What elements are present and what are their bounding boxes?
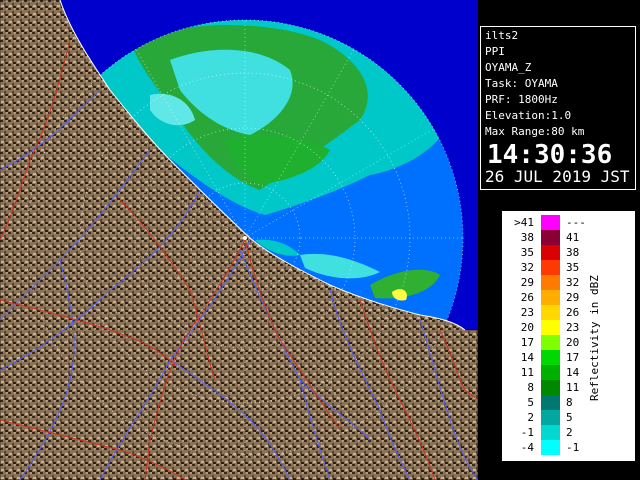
legend-lower-bound: 17	[520, 336, 534, 349]
legend-lower-bound: 26	[520, 291, 534, 304]
legend-upper-bound: -1	[566, 441, 580, 454]
legend-color-swatch	[541, 245, 560, 260]
legend-color-swatch	[541, 320, 560, 335]
radar-ppi-view	[0, 0, 478, 480]
task-name: Task: OYAMA	[485, 77, 558, 90]
legend-row: 32 35	[502, 260, 635, 275]
legend-lower-bound: 20	[520, 321, 534, 334]
legend-color-swatch	[541, 395, 560, 410]
legend-row: 25	[502, 410, 635, 425]
legend-row: 11 14	[502, 365, 635, 380]
legend-row: 8 11	[502, 380, 635, 395]
legend-title: Reflectivity in dBZ	[588, 275, 601, 401]
legend-row: 20 23	[502, 320, 635, 335]
legend-row: 38 41	[502, 230, 635, 245]
legend-color-swatch	[541, 440, 560, 455]
legend-lower-bound: 29	[520, 276, 534, 289]
legend-lower-bound: 35	[520, 246, 534, 259]
prf-value: PRF: 1800Hz	[485, 93, 558, 106]
legend-row: 26 29	[502, 290, 635, 305]
legend-upper-bound: 2	[566, 426, 573, 439]
legend-lower-bound: 8	[527, 381, 534, 394]
legend-color-swatch	[541, 350, 560, 365]
legend-row: 58	[502, 395, 635, 410]
field-name: OYAMA_Z	[485, 61, 532, 74]
legend-upper-bound: 38	[566, 246, 580, 259]
elevation-value: Elevation:1.0	[485, 109, 572, 122]
scan-date: 26 JUL 2019 JST	[485, 167, 630, 186]
legend-color-swatch	[541, 260, 560, 275]
product-type: PPI	[485, 45, 505, 58]
legend-row: 35 38	[502, 245, 635, 260]
legend-row: -1 2	[502, 425, 635, 440]
legend-color-swatch	[541, 335, 560, 350]
legend-lower-bound: 38	[520, 231, 534, 244]
radar-site-marker	[243, 236, 247, 240]
scan-time: 14:30:36	[487, 140, 613, 170]
legend-upper-bound: 41	[566, 231, 580, 244]
legend-lower-bound: 11	[520, 366, 534, 379]
legend-upper-bound: ---	[566, 216, 586, 229]
legend-lower-bound: 14	[520, 351, 534, 364]
legend-color-swatch	[541, 230, 560, 245]
system-name: ilts2	[485, 29, 519, 42]
legend-row: -4 -1	[502, 440, 635, 455]
scan-info-panel: ilts2 PPI OYAMA_Z Task: OYAMA PRF: 1800H…	[480, 26, 636, 190]
legend-color-swatch	[541, 305, 560, 320]
info-sidebar: ilts2 PPI OYAMA_Z Task: OYAMA PRF: 1800H…	[478, 0, 640, 480]
legend-lower-bound: >41	[514, 216, 534, 229]
radar-map[interactable]	[0, 0, 478, 480]
legend-color-swatch	[541, 425, 560, 440]
legend-row: >41 ---	[502, 215, 635, 230]
legend-upper-bound: 35	[566, 261, 580, 274]
legend-color-swatch	[541, 410, 560, 425]
legend-color-swatch	[541, 215, 560, 230]
legend-row: 14 17	[502, 350, 635, 365]
legend-row: 29 32	[502, 275, 635, 290]
legend-lower-bound: -4	[520, 441, 534, 454]
max-range-value: Max Range:80 km	[485, 125, 585, 138]
legend-row: 23 26	[502, 305, 635, 320]
legend-color-swatch	[541, 365, 560, 380]
legend-row: 17 20	[502, 335, 635, 350]
legend-lower-bound: -1	[520, 426, 534, 439]
legend-lower-bound: 5	[527, 396, 534, 409]
legend-lower-bound: 32	[520, 261, 534, 274]
reflectivity-legend: >41 --- 38 41 35 38 32 35 29 32 26 29 23 26 20 23 17 20 14…	[501, 210, 636, 462]
legend-upper-bound: 5	[566, 411, 573, 424]
legend-color-swatch	[541, 380, 560, 395]
legend-lower-bound: 23	[520, 306, 534, 319]
legend-color-swatch	[541, 290, 560, 305]
legend-lower-bound: 2	[527, 411, 534, 424]
legend-color-swatch	[541, 275, 560, 290]
